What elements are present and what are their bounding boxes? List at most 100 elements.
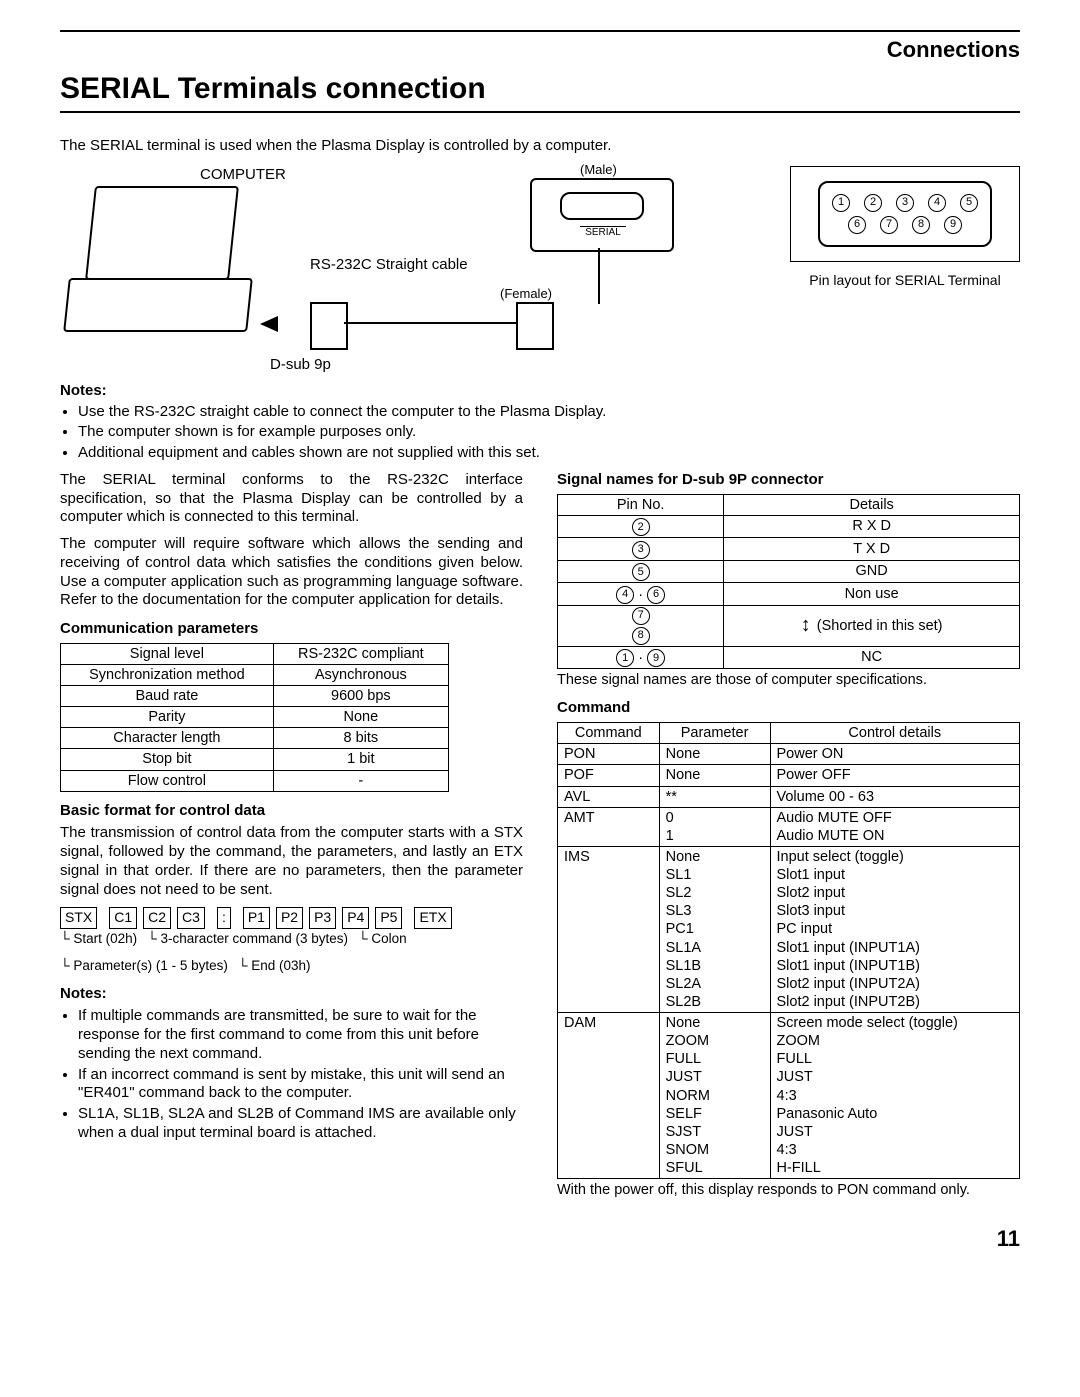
format-cell: ETX [414, 907, 451, 929]
table-cell: Input select (toggle)Slot1 inputSlot2 in… [770, 846, 1020, 1012]
comm-params-table: Signal levelRS-232C compliantSynchroniza… [60, 643, 449, 792]
format-cell: C2 [143, 907, 171, 929]
fmt-params2: (1 - 5 bytes) [156, 958, 228, 973]
table-cell: IMS [558, 846, 660, 1012]
basic-format-text: The transmission of control data from th… [60, 824, 523, 899]
table-cell: 1 bit [273, 749, 448, 770]
table-cell: 78 [558, 605, 724, 646]
label-dsub: D-sub 9p [270, 356, 331, 375]
note-item: The computer shown is for example purpos… [78, 423, 1020, 442]
format-cell: P2 [276, 907, 303, 929]
table-cell: - [273, 770, 448, 791]
table-cell: Baud rate [61, 686, 274, 707]
table-cell: T X D [724, 538, 1020, 561]
table-cell: None [273, 707, 448, 728]
comm-params-header: Communication parameters [60, 620, 523, 639]
table-cell: NoneSL1SL2SL3PC1SL1ASL1BSL2ASL2B [659, 846, 770, 1012]
table-header: Command [558, 723, 660, 744]
table-cell: GND [724, 560, 1020, 583]
note-item: SL1A, SL1B, SL2A and SL2B of Command IMS… [78, 1105, 523, 1143]
fmt-colon: Colon [371, 931, 406, 946]
note-item: Additional equipment and cables shown ar… [78, 444, 1020, 463]
table-cell: DAM [558, 1013, 660, 1179]
format-cell: : [217, 907, 231, 929]
table-cell: 8 bits [273, 728, 448, 749]
fmt-cmd: 3-character [160, 931, 228, 946]
command-footnote: With the power off, this display respond… [557, 1181, 1020, 1199]
body-para-2: The computer will require software which… [60, 535, 523, 610]
table-cell: 9600 bps [273, 686, 448, 707]
format-cell: P1 [243, 907, 270, 929]
fmt-end: End [251, 958, 275, 973]
table-cell: RS-232C compliant [273, 643, 448, 664]
table-cell: NoneZOOMFULLJUSTNORMSELFSJSTSNOMSFUL [659, 1013, 770, 1179]
table-cell: Screen mode select (toggle)ZOOMFULLJUST4… [770, 1013, 1020, 1179]
fmt-end-hex: (03h) [279, 958, 311, 973]
table-cell: AVL [558, 786, 660, 807]
label-computer: COMPUTER [200, 166, 286, 185]
body-para-1: The SERIAL terminal conforms to the RS-2… [60, 471, 523, 527]
table-cell: POF [558, 765, 660, 786]
label-serial: SERIAL [580, 226, 626, 240]
table-cell: Character length [61, 728, 274, 749]
label-cable: RS-232C Straight cable [310, 256, 468, 275]
format-cell: P3 [309, 907, 336, 929]
format-cell: C3 [177, 907, 205, 929]
format-cell: P4 [342, 907, 369, 929]
table-cell: 3 [558, 538, 724, 561]
table-cell: Flow control [61, 770, 274, 791]
table-cell: Synchronization method [61, 664, 274, 685]
note-item: Use the RS-232C straight cable to connec… [78, 403, 1020, 422]
format-boxes: STXC1C2C3:P1P2P3P4P5ETX [60, 907, 523, 929]
intro-text: The SERIAL terminal is used when the Pla… [60, 137, 1020, 156]
table-cell: Parity [61, 707, 274, 728]
fmt-start-hex: (02h) [106, 931, 138, 946]
table-cell: Volume 00 - 63 [770, 786, 1020, 807]
table-cell: 01 [659, 807, 770, 846]
pin-layout-box: 12345 6789 [790, 166, 1020, 262]
notes-header-1: Notes: [60, 382, 1020, 401]
signal-names-header: Signal names for D-sub 9P connector [557, 471, 1020, 490]
connection-diagram: COMPUTER (Male) SERIAL RS-232C Straight … [60, 166, 770, 376]
page-title: SERIAL Terminals connection [60, 70, 1020, 108]
table-cell: Asynchronous [273, 664, 448, 685]
notes-header-2: Notes: [60, 985, 523, 1004]
format-cell: STX [60, 907, 97, 929]
table-cell: 4 · 6 [558, 583, 724, 606]
table-cell: Non use [724, 583, 1020, 606]
label-female: (Female) [500, 286, 552, 302]
format-cell: C1 [109, 907, 137, 929]
table-cell: 2 [558, 515, 724, 538]
table-header: Pin No. [558, 494, 724, 515]
basic-format-header: Basic format for control data [60, 802, 523, 821]
signal-names-table: Pin No.Details2R X D3T X D5GND4 · 6Non u… [557, 494, 1020, 670]
table-cell: 5 [558, 560, 724, 583]
table-cell: Stop bit [61, 749, 274, 770]
table-cell: 1 · 9 [558, 646, 724, 669]
table-header: Control details [770, 723, 1020, 744]
table-cell: Audio MUTE OFFAudio MUTE ON [770, 807, 1020, 846]
table-cell: None [659, 765, 770, 786]
notes-list-1: Use the RS-232C straight cable to connec… [60, 403, 1020, 463]
table-cell: PON [558, 744, 660, 765]
page-number: 11 [60, 1225, 1020, 1253]
table-cell: ** [659, 786, 770, 807]
table-cell: Signal level [61, 643, 274, 664]
label-male: (Male) [580, 162, 617, 178]
table-cell: NC [724, 646, 1020, 669]
note-item: If an incorrect command is sent by mista… [78, 1066, 523, 1104]
pin-layout-caption: Pin layout for SERIAL Terminal [790, 272, 1020, 290]
table-cell: R X D [724, 515, 1020, 538]
table-cell: Power ON [770, 744, 1020, 765]
table-cell: AMT [558, 807, 660, 846]
table-cell: Power OFF [770, 765, 1020, 786]
table-cell: None [659, 744, 770, 765]
table-header: Details [724, 494, 1020, 515]
fmt-start: Start [73, 931, 102, 946]
command-table: CommandParameterControl details PONNonePo… [557, 722, 1020, 1179]
fmt-params: Parameter(s) [73, 958, 152, 973]
table-header: Parameter [659, 723, 770, 744]
note-item: If multiple commands are transmitted, be… [78, 1007, 523, 1063]
signal-footnote: These signal names are those of computer… [557, 671, 1020, 689]
table-cell: ↕(Shorted in this set) [724, 605, 1020, 646]
